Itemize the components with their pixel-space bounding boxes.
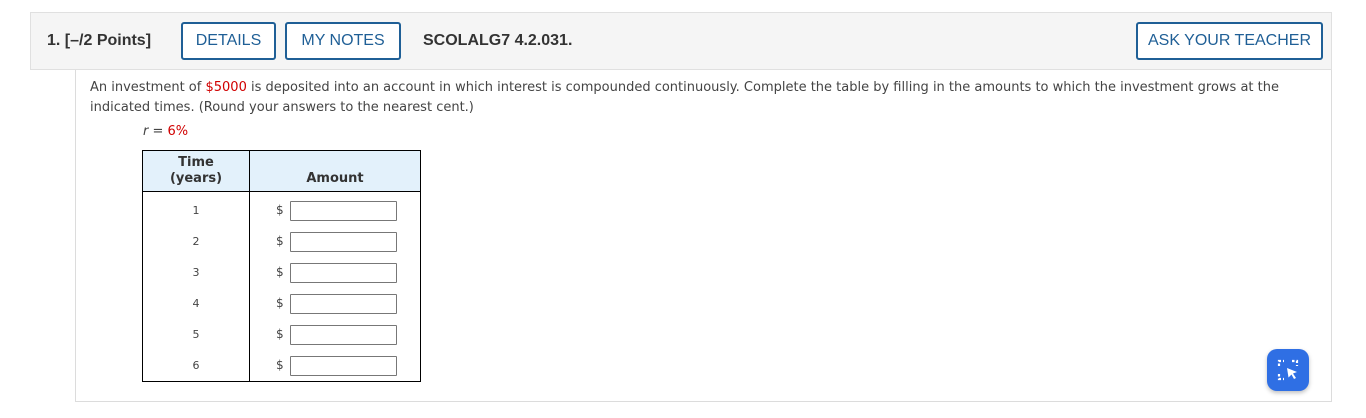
amount-cell: $ <box>249 288 421 319</box>
my-notes-button[interactable]: MY NOTES <box>285 22 401 60</box>
amount-cell: $ <box>249 257 421 288</box>
time-cell: 3 <box>192 266 200 279</box>
amount-input-4[interactable] <box>290 293 397 314</box>
amount-column-header: Amount <box>249 150 421 192</box>
amount-input-2[interactable] <box>290 231 397 252</box>
dollar-sign: $ <box>276 234 284 248</box>
screenshot-tool-button[interactable] <box>1267 349 1309 391</box>
table-row: 2 $ <box>143 226 421 257</box>
dollar-sign: $ <box>276 358 284 372</box>
problem-text-before: An investment of <box>90 80 206 95</box>
time-cell: 1 <box>192 204 200 217</box>
problem-statement: An investment of $5000 is deposited into… <box>90 78 1305 118</box>
amount-cell: $ <box>249 319 421 350</box>
dollar-sign: $ <box>276 327 284 341</box>
rate-value: 6% <box>167 124 189 139</box>
amount-cell: $ <box>249 191 421 226</box>
investment-amount: $5000 <box>205 80 247 95</box>
table-row: 5 $ <box>143 319 421 350</box>
dollar-sign: $ <box>276 203 284 217</box>
time-cell: 4 <box>192 297 200 310</box>
time-header-line2: (years) <box>169 171 223 186</box>
amount-cell: $ <box>249 226 421 257</box>
amount-table: Time (years) Amount 1 $ 2 $ 3 $ 4 $ 5 $ 6… <box>142 150 421 382</box>
amount-input-3[interactable] <box>290 262 397 283</box>
table-row: 1 $ <box>143 191 421 226</box>
points-label: [–/2 Points] <box>64 32 152 49</box>
dollar-sign: $ <box>276 265 284 279</box>
time-cell: 5 <box>192 328 200 341</box>
problem-text-after: is deposited into an account in which in… <box>90 80 1279 115</box>
screenshot-select-icon <box>1277 359 1299 381</box>
amount-input-5[interactable] <box>290 324 397 345</box>
question-header: 1. [–/2 Points] DETAILS MY NOTES SCOLALG… <box>30 12 1332 70</box>
table-row: 3 $ <box>143 257 421 288</box>
problem-code: SCOLALG7 4.2.031. <box>423 32 573 49</box>
time-cell: 2 <box>192 235 200 248</box>
dollar-sign: $ <box>276 296 284 310</box>
ask-your-teacher-button[interactable]: ASK YOUR TEACHER <box>1136 22 1323 60</box>
question-number: 1. <box>47 32 61 49</box>
amount-cell: $ <box>249 350 421 382</box>
time-cell: 6 <box>192 359 200 372</box>
time-header-line1: Time <box>178 155 214 170</box>
table-row: 4 $ <box>143 288 421 319</box>
amount-input-1[interactable] <box>290 200 397 221</box>
rate-equals: = <box>148 124 168 139</box>
time-column-header: Time (years) <box>142 150 250 192</box>
amount-input-6[interactable] <box>290 355 397 376</box>
question-number-points: 1. [–/2 Points] <box>47 32 151 50</box>
rate-line: r = 6% <box>143 124 188 139</box>
table-row: 6 $ <box>143 350 421 382</box>
details-button[interactable]: DETAILS <box>181 22 276 60</box>
